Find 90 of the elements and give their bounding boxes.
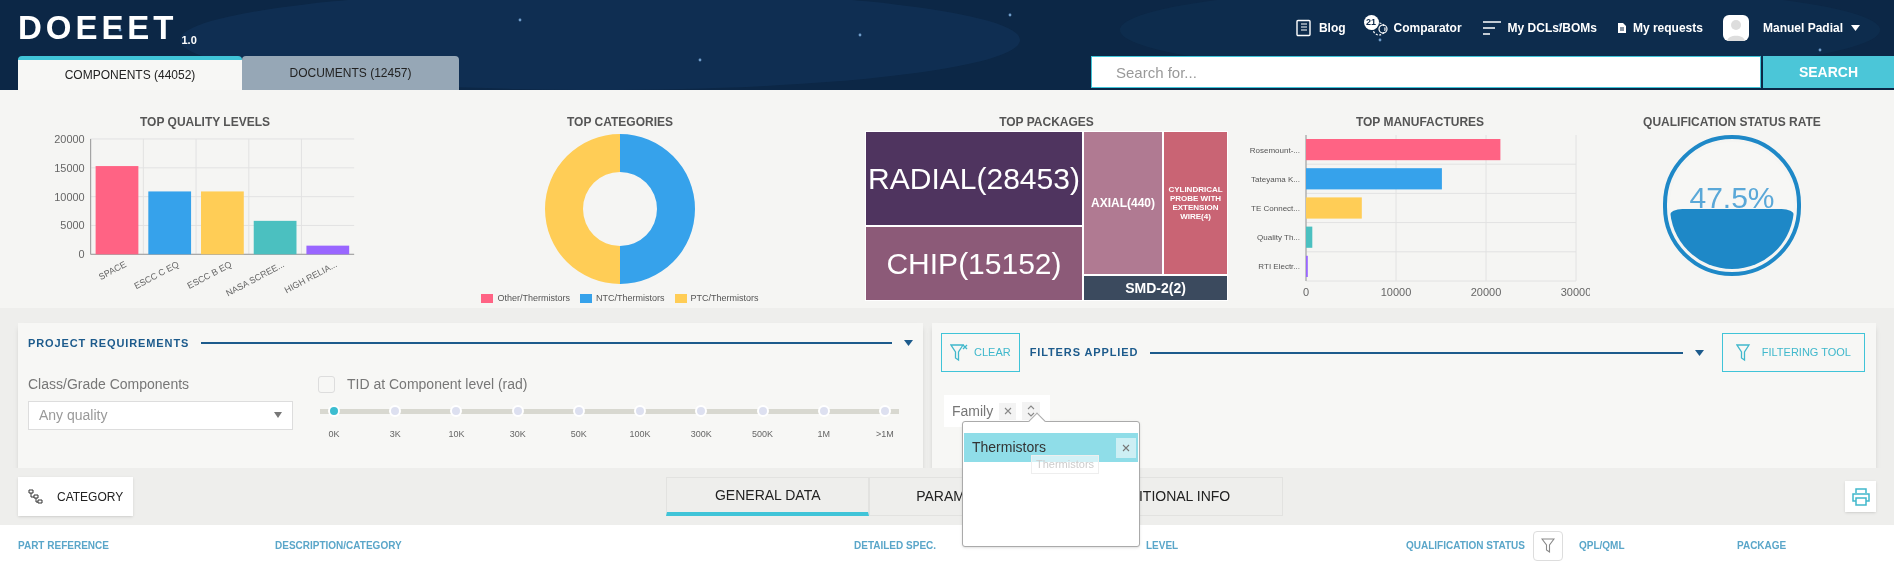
legend-label: Other/Thermistors: [497, 292, 570, 305]
slider-stop[interactable]: [450, 405, 463, 417]
chart-title: TOP CATEGORIES: [567, 114, 673, 131]
axis-label: Rosemount-...: [1249, 145, 1300, 155]
category-button[interactable]: CATEGORY: [18, 477, 134, 516]
slider-stop[interactable]: [572, 405, 585, 417]
treemap-block: SMD-2(2): [1083, 275, 1228, 301]
treemap-block: AXIAL(440): [1083, 131, 1163, 275]
treemap-block: CHIP(15152): [865, 226, 1083, 301]
filter-icon: [1540, 537, 1555, 554]
axis-label: TE Connect...: [1251, 204, 1300, 213]
slider-stop[interactable]: [511, 405, 524, 417]
version-label: 1.0: [181, 35, 197, 46]
user-menu[interactable]: Manuel Padial: [1762, 19, 1860, 37]
axis-label: 5000: [60, 219, 85, 232]
legend-label: NTC/Thermistors: [596, 292, 665, 305]
tab[interactable]: GENERAL DATA: [666, 477, 870, 516]
caret-icon: [274, 412, 282, 418]
chart-title: TOP MANUFACTURES: [1355, 114, 1485, 131]
axis-label: Quality Th...: [1257, 233, 1300, 243]
nav-link[interactable]: My DCLs/BOMs: [1481, 19, 1597, 37]
slider-stop[interactable]: [634, 405, 647, 417]
caret-icon: [1851, 25, 1860, 31]
nav-link[interactable]: Blog: [1294, 19, 1346, 37]
print-button[interactable]: [1845, 481, 1876, 512]
caret-icon[interactable]: [1694, 349, 1704, 356]
tab[interactable]: COMPONENTS (44052): [18, 56, 242, 90]
dropdown-item[interactable]: Thermistors: [964, 433, 1138, 462]
axis-label: 20000: [1470, 286, 1502, 298]
slider-label: 10K: [447, 427, 466, 441]
slider-stop[interactable]: [389, 405, 402, 417]
bar: [306, 245, 350, 255]
slider-label: 500K: [751, 427, 775, 441]
axis-label: RTI Electr...: [1258, 262, 1300, 272]
bar: [1306, 226, 1313, 248]
avatar[interactable]: [1722, 15, 1749, 41]
lines-icon: [1481, 20, 1502, 36]
chart-title: TOP PACKAGES: [998, 114, 1095, 131]
legend-swatch: [481, 294, 494, 304]
axis-label: 10000: [1380, 286, 1412, 298]
slider-label: 1M: [816, 427, 831, 441]
up-down-chevron-icon[interactable]: [1022, 402, 1041, 420]
axis-label: 15000: [54, 161, 85, 174]
slider-label: 30K: [508, 427, 527, 441]
book-icon: [1294, 19, 1313, 37]
slider-label: 300K: [689, 427, 713, 441]
slider-stop[interactable]: [756, 405, 769, 417]
axis-label: 10000: [54, 190, 85, 203]
print-icon: [1850, 487, 1871, 506]
legend-label: PTC/Thermistors: [690, 292, 759, 305]
treemap-block: RADIAL(28453): [865, 131, 1083, 226]
tab[interactable]: DOCUMENTS (12457): [242, 56, 459, 90]
section-title: PROJECT REQUIREMENTS: [28, 336, 190, 351]
search-field[interactable]: Search for...: [1091, 56, 1761, 88]
axis-label: 0: [1302, 286, 1310, 298]
axis-label: 0: [78, 248, 85, 261]
chart-title: QUALIFICATION STATUS RATE: [1643, 114, 1821, 131]
clear-filter-icon: [950, 342, 968, 363]
bar: [148, 191, 192, 255]
slider-label: 50K: [569, 427, 588, 441]
checkbox-label: TID at Component level (rad): [347, 374, 528, 394]
axis-label: 30000: [1560, 286, 1590, 298]
slider-stop[interactable]: [695, 405, 708, 417]
slider-label: >1M: [875, 427, 895, 441]
column-filter-button[interactable]: [1532, 530, 1563, 561]
axis-label: 20000: [54, 132, 85, 145]
treemap-block: CYLINDRICAL PROBE WITH EXTENSION WIRE(4): [1163, 131, 1228, 275]
axis-label: Tateyama K...: [1251, 174, 1300, 184]
field-label: Class/Grade Components: [28, 374, 191, 394]
bar: [201, 191, 244, 255]
document-icon: [1616, 22, 1627, 34]
slider-label: 100K: [628, 427, 652, 441]
gauge-value: 47.5%: [1688, 183, 1776, 213]
checkbox[interactable]: [318, 375, 335, 393]
legend-swatch: [580, 294, 592, 304]
slider-stop[interactable]: [878, 405, 891, 417]
bar: [253, 220, 297, 255]
slider-label: 0K: [327, 427, 341, 441]
section-title: FILTERS APPLIED: [1029, 345, 1139, 361]
chart-title: TOP QUALITY LEVELS: [140, 114, 270, 131]
logo[interactable]: DOEEET: [18, 11, 178, 44]
slider-stop[interactable]: [328, 405, 340, 417]
close-icon[interactable]: [999, 402, 1017, 420]
slider-stop[interactable]: [817, 405, 830, 417]
nav-link[interactable]: My requests: [1616, 19, 1703, 37]
slider-label: 3K: [388, 427, 402, 441]
caret-icon[interactable]: [904, 340, 913, 347]
close-icon[interactable]: [1116, 437, 1136, 458]
legend-swatch: [674, 294, 687, 304]
bar: [1306, 197, 1362, 219]
